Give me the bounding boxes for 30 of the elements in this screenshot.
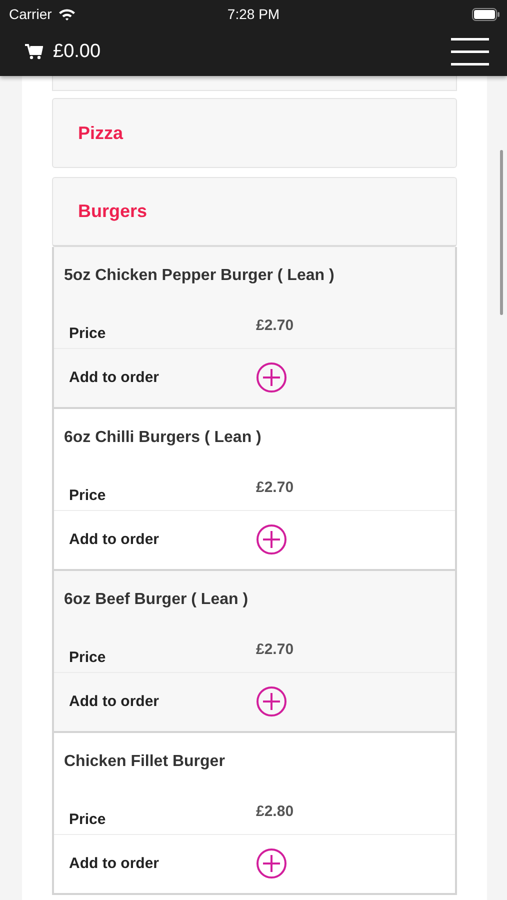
item-name: Chicken Fillet Burger bbox=[63, 752, 226, 772]
add-icon[interactable] bbox=[256, 362, 287, 392]
add-to-order-label: Add to order bbox=[69, 692, 160, 710]
price-label: Price bbox=[69, 325, 107, 342]
wifi-icon bbox=[58, 8, 76, 20]
add-icon[interactable] bbox=[256, 524, 287, 554]
menu-icon bbox=[451, 38, 489, 66]
category-header[interactable]: Burgers bbox=[52, 177, 457, 247]
category-header[interactable]: Pizza bbox=[52, 98, 457, 168]
item-price: £2.70 bbox=[256, 479, 294, 496]
item-name: 5oz Chicken Pepper Burger ( Lean ) bbox=[63, 266, 336, 286]
item-name: 6oz Chilli Burgers ( Lean ) bbox=[63, 428, 262, 448]
item-price: £2.80 bbox=[256, 803, 294, 820]
battery-icon bbox=[472, 8, 500, 20]
add-to-order-label: Add to order bbox=[69, 854, 160, 872]
add-to-order-label: Add to order bbox=[69, 530, 160, 548]
cart-total: £0.00 bbox=[53, 41, 101, 63]
status-time: 7:28 PM bbox=[227, 6, 280, 22]
price-label: Price bbox=[69, 649, 107, 666]
add-icon[interactable] bbox=[256, 848, 287, 878]
price-label: Price bbox=[69, 811, 107, 828]
add-to-order-label: Add to order bbox=[69, 368, 160, 386]
cart-icon[interactable] bbox=[25, 44, 43, 60]
item-name: 6oz Beef Burger ( Lean ) bbox=[63, 590, 250, 610]
add-icon[interactable] bbox=[256, 686, 287, 716]
item-price: £2.70 bbox=[256, 641, 294, 658]
price-label: Price bbox=[69, 487, 107, 504]
item-price: £2.70 bbox=[256, 317, 294, 334]
menu-button[interactable] bbox=[451, 38, 489, 66]
carrier-name: Carrier bbox=[9, 6, 52, 22]
